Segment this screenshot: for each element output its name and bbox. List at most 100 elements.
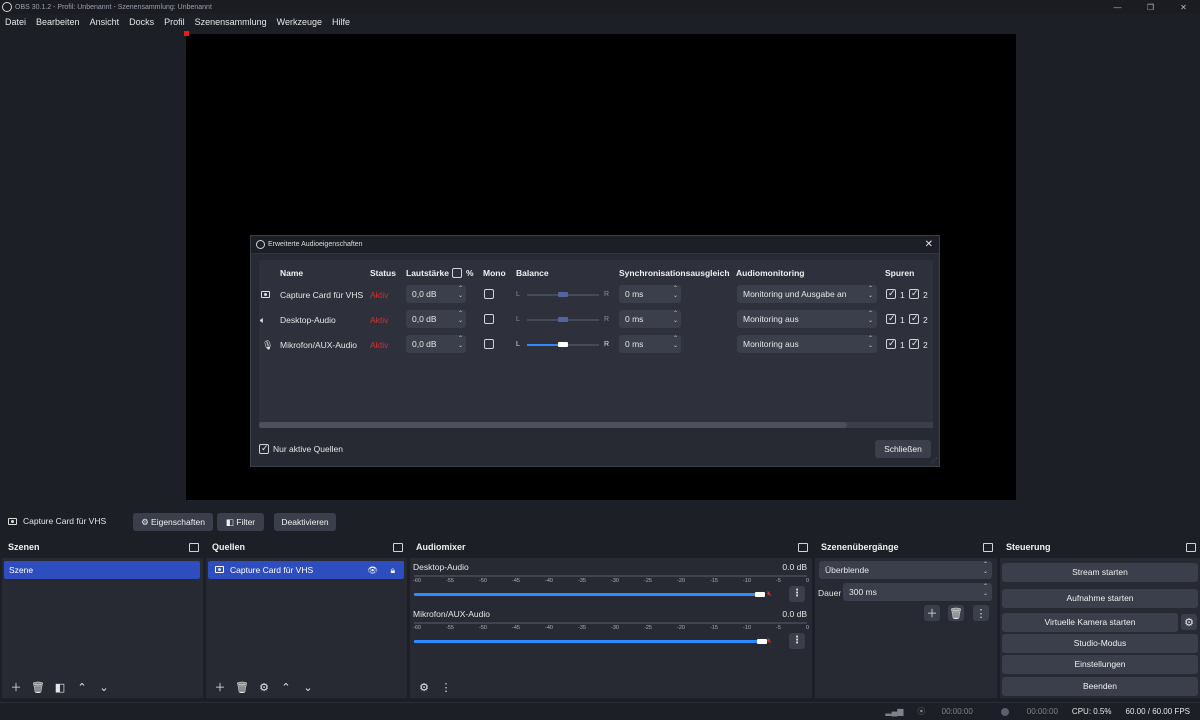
add-icon[interactable]: ＋ <box>212 679 228 695</box>
lock-icon[interactable]: 🔒︎ <box>390 561 395 579</box>
signal-icon: ▂▄▆ <box>885 707 904 716</box>
move-up-icon[interactable]: ⌃ <box>74 679 90 695</box>
gear-icon[interactable]: ⚙ <box>256 679 272 695</box>
move-up-icon[interactable]: ⌃ <box>278 679 294 695</box>
start-stream-button[interactable]: Stream starten <box>1002 563 1198 582</box>
volume-slider-handle[interactable] <box>757 639 767 644</box>
eye-icon[interactable]: 👁︎ <box>367 561 378 579</box>
menu-bearbeiten[interactable]: Bearbeiten <box>31 17 85 27</box>
track2-checkbox[interactable] <box>909 338 919 349</box>
volume-percent-checkbox[interactable] <box>452 268 462 278</box>
scenes-toolbar: ＋ 🗑︎ ◧ ⌃ ⌄ <box>2 676 203 698</box>
balance-slider-handle[interactable] <box>558 342 568 347</box>
maximize-button[interactable]: ❐ <box>1134 3 1167 12</box>
mono-checkbox[interactable] <box>484 289 494 299</box>
duration-label: Dauer <box>818 588 842 598</box>
transitions-title: Szenenübergänge <box>821 542 899 552</box>
trash-icon[interactable]: 🗑︎ <box>234 679 250 695</box>
filters-button[interactable]: ◧ Filter <box>217 513 264 531</box>
menu-profil[interactable]: Profil <box>159 17 190 27</box>
mono-checkbox[interactable] <box>484 339 494 349</box>
only-active-checkbox[interactable] <box>259 443 269 454</box>
menu-hilfe[interactable]: Hilfe <box>327 17 355 27</box>
track1-label: 1 <box>900 290 905 300</box>
menu-docks[interactable]: Docks <box>124 17 159 27</box>
dialog-close-button[interactable]: Schließen <box>875 440 931 458</box>
minimize-button[interactable]: — <box>1101 3 1134 12</box>
resize-grip-icon[interactable]: ⋰ <box>931 457 937 464</box>
undock-icon[interactable] <box>1186 543 1196 552</box>
balance-slider-handle[interactable] <box>558 317 568 322</box>
dialog-close-icon[interactable]: ✕ <box>925 239 933 250</box>
volume-spinbox[interactable]: 0,0 dB ⌃ ⌄ <box>406 310 466 328</box>
menu-datei[interactable]: Datei <box>0 17 31 27</box>
monitoring-select[interactable]: Monitoring aus ⌃ ⌄ <box>737 310 877 328</box>
monitoring-select[interactable]: Monitoring aus ⌃ ⌄ <box>737 335 877 353</box>
menu-szenensammlung[interactable]: Szenensammlung <box>190 17 272 27</box>
track1-checkbox[interactable] <box>886 313 896 324</box>
mono-checkbox[interactable] <box>484 314 494 324</box>
controls-title: Steuerung <box>1006 542 1051 552</box>
muted-speaker-icon[interactable]: 🔇︎ <box>767 636 772 646</box>
volume-meter <box>414 575 807 577</box>
track2-checkbox[interactable] <box>909 313 919 324</box>
filter-icon[interactable]: ◧ <box>52 679 68 695</box>
track2-checkbox[interactable] <box>909 288 919 299</box>
horizontal-scrollbar[interactable] <box>259 422 933 428</box>
volume-spinbox[interactable]: 0,0 dB ⌃ ⌄ <box>406 285 466 303</box>
advanced-audio-gear-icon[interactable]: ⚙ <box>416 679 432 695</box>
window-close-button[interactable]: ✕ <box>1167 3 1200 12</box>
camera-icon <box>215 566 224 573</box>
mixer-menu-icon[interactable]: ⋮ <box>438 679 454 695</box>
virtual-camera-gear-icon[interactable]: ⚙ <box>1181 614 1197 630</box>
undock-icon[interactable] <box>798 543 808 552</box>
undock-icon[interactable] <box>983 543 993 552</box>
move-down-icon[interactable]: ⌄ <box>96 679 112 695</box>
volume-slider[interactable] <box>414 640 764 643</box>
balance-right-label: R <box>604 341 610 348</box>
balance-slider-handle[interactable] <box>558 292 568 297</box>
channel-menu-icon[interactable]: ⋮ <box>789 586 805 602</box>
undock-icon[interactable] <box>189 543 199 552</box>
sync-offset-spinbox[interactable]: 0 ms ⌃ ⌄ <box>619 335 681 353</box>
add-icon[interactable]: ＋ <box>8 679 24 695</box>
volume-spinbox[interactable]: 0,0 dB ⌃ ⌄ <box>406 335 466 353</box>
move-down-icon[interactable]: ⌄ <box>300 679 316 695</box>
properties-button[interactable]: ⚙ Eigenschaften <box>133 513 213 531</box>
add-transition-icon[interactable]: ＋ <box>924 605 940 621</box>
camera-icon <box>261 290 270 300</box>
source-item[interactable]: Capture Card für VHS 👁︎ 🔒︎ <box>208 561 404 579</box>
track1-checkbox[interactable] <box>886 338 896 349</box>
sync-offset-spinbox[interactable]: 0 ms ⌃ ⌄ <box>619 285 681 303</box>
channel-menu-icon[interactable]: ⋮ <box>789 633 805 649</box>
row-name: Desktop-Audio <box>280 315 336 325</box>
col-volume: Lautstärke <box>406 268 449 278</box>
volume-slider[interactable] <box>414 593 762 596</box>
deactivate-button[interactable]: Deaktivieren <box>274 513 336 531</box>
balance-right-label: R <box>604 291 610 298</box>
track1-checkbox[interactable] <box>886 288 896 299</box>
preview-source-handle[interactable] <box>184 31 189 36</box>
scene-item[interactable]: Szene <box>4 561 200 579</box>
volume-slider-handle[interactable] <box>755 592 765 597</box>
trash-icon[interactable]: 🗑︎ <box>30 679 46 695</box>
transition-select[interactable]: Überblende ⌃ ⌄ <box>819 561 992 579</box>
transition-menu-icon[interactable]: ⋮ <box>973 605 989 621</box>
monitoring-select[interactable]: Monitoring und Ausgabe an ⌃ ⌄ <box>737 285 877 303</box>
settings-button[interactable]: Einstellungen <box>1002 655 1198 674</box>
muted-speaker-icon[interactable]: 🔇︎ <box>767 589 772 599</box>
duration-spinbox[interactable]: 300 ms ⌃ ⌄ <box>843 583 992 601</box>
exit-button[interactable]: Beenden <box>1002 677 1198 696</box>
menu-ansicht[interactable]: Ansicht <box>85 17 125 27</box>
studio-mode-button[interactable]: Studio-Modus <box>1002 634 1198 653</box>
balance-left-label: L <box>516 341 520 348</box>
scrollbar-thumb[interactable] <box>259 422 847 428</box>
dialog-title: Erweiterte Audioeigenschaften <box>268 241 363 248</box>
sync-offset-spinbox[interactable]: 0 ms ⌃ ⌄ <box>619 310 681 328</box>
start-recording-button[interactable]: Aufnahme starten <box>1002 589 1198 608</box>
trash-icon[interactable]: 🗑︎ <box>948 605 964 621</box>
col-balance: Balance <box>516 268 549 278</box>
undock-icon[interactable] <box>393 543 403 552</box>
start-virtual-camera-button[interactable]: Virtuelle Kamera starten <box>1002 613 1178 632</box>
menu-werkzeuge[interactable]: Werkzeuge <box>272 17 327 27</box>
